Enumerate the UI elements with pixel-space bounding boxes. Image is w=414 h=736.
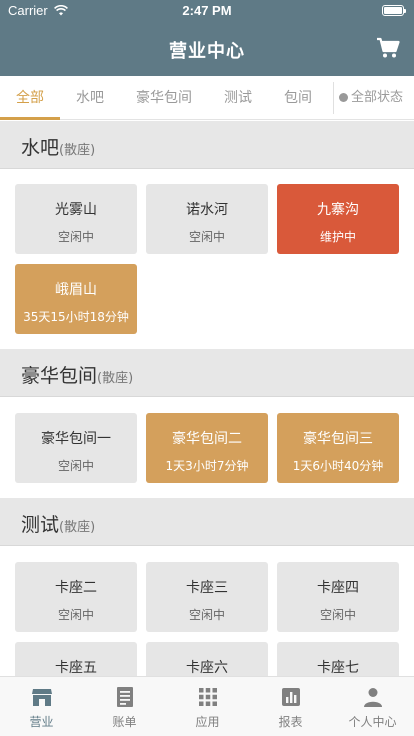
status-dot-icon (339, 93, 348, 102)
section-header-luxury-room: 豪华包间(散座) (0, 349, 414, 397)
tab-all[interactable]: 全部 (0, 76, 60, 120)
category-tabs: 全部 水吧 豪华包间 测试 包间 全部状态 (0, 76, 414, 120)
nav-header: Carrier 2:47 PM 营业中心 (0, 0, 414, 76)
status-time: 2:47 PM (182, 3, 232, 18)
table-name: 峨眉山 (55, 282, 97, 298)
tab-test[interactable]: 测试 (208, 76, 268, 120)
section-title: 水吧 (21, 137, 60, 159)
table-name: 豪华包间二 (172, 431, 242, 447)
cart-icon[interactable] (376, 37, 400, 59)
table-status: 空闲中 (188, 608, 225, 622)
page-title: 营业中心 (169, 41, 245, 62)
apps-grid-icon (198, 688, 217, 706)
table-card-jiuzhaigou[interactable]: 九寨沟 维护中 (277, 184, 399, 254)
active-tab-indicator (0, 117, 60, 120)
table-card-luxury-2[interactable]: 豪华包间二 1天3小时7分钟 (146, 413, 268, 483)
table-name: 豪华包间三 (303, 431, 373, 447)
bottom-tab-bar: 营业 账单 应用 报表 个人中心 (0, 676, 414, 736)
section-header-test: 测试(散座) (0, 498, 414, 546)
tabbar-label: 营业 (29, 715, 54, 729)
table-name: 卡座二 (55, 580, 97, 596)
tab-luxury-room[interactable]: 豪华包间 (122, 76, 206, 120)
section-subtitle: (散座) (59, 520, 96, 535)
table-status: 空闲中 (57, 459, 94, 473)
tabbar-label: 个人中心 (348, 715, 397, 729)
table-card-luxury-1[interactable]: 豪华包间一 空闲中 (15, 413, 137, 483)
table-timer: 35天15小时18分钟 (23, 310, 129, 324)
section-subtitle: (散座) (59, 143, 96, 158)
table-card-luxury-3[interactable]: 豪华包间三 1天6小时40分钟 (277, 413, 399, 483)
table-name: 卡座三 (186, 580, 228, 596)
table-card-emeishan[interactable]: 峨眉山 35天15小时18分钟 (15, 264, 137, 334)
section-subtitle: (散座) (97, 371, 134, 386)
person-icon (363, 688, 382, 707)
section-title: 测试 (21, 514, 60, 536)
table-card-booth-4[interactable]: 卡座四 空闲中 (277, 562, 399, 632)
table-name: 九寨沟 (317, 202, 359, 218)
bill-icon (116, 687, 133, 707)
table-card-booth-3[interactable]: 卡座三 空闲中 (146, 562, 268, 632)
section-title: 豪华包间 (21, 365, 98, 387)
tab-divider (333, 82, 334, 114)
table-name: 卡座七 (317, 660, 359, 676)
status-filter-dropdown[interactable]: 全部状态 (339, 76, 403, 120)
tabbar-label: 报表 (278, 715, 303, 729)
table-card-guangwushan[interactable]: 光雾山 空闲中 (15, 184, 137, 254)
tabbar-item-profile[interactable]: 个人中心 (331, 677, 414, 736)
table-name: 豪华包间一 (41, 431, 111, 447)
table-status: 空闲中 (319, 608, 356, 622)
section-header-water-bar: 水吧(散座) (0, 121, 414, 169)
tabbar-item-business[interactable]: 营业 (0, 677, 83, 736)
table-name: 卡座五 (55, 660, 97, 676)
tabbar-item-apps[interactable]: 应用 (166, 677, 249, 736)
tabbar-label: 账单 (112, 715, 137, 729)
table-name: 卡座四 (317, 580, 359, 596)
tabbar-item-bills[interactable]: 账单 (83, 677, 166, 736)
table-name: 诺水河 (186, 202, 228, 218)
tab-water-bar[interactable]: 水吧 (60, 76, 120, 120)
tabbar-item-reports[interactable]: 报表 (249, 677, 332, 736)
table-status: 空闲中 (57, 230, 94, 244)
tab-private-room[interactable]: 包间 (268, 76, 328, 120)
tabbar-label: 应用 (195, 715, 220, 729)
report-chart-icon (281, 688, 300, 706)
battery-icon (382, 5, 406, 16)
status-filter-label: 全部状态 (351, 90, 404, 105)
table-status: 维护中 (319, 230, 356, 244)
table-card-booth-2[interactable]: 卡座二 空闲中 (15, 562, 137, 632)
table-status: 空闲中 (188, 230, 225, 244)
status-bar: Carrier 2:47 PM (0, 0, 414, 22)
table-name: 光雾山 (55, 202, 97, 218)
table-timer: 1天6小时40分钟 (292, 459, 384, 473)
store-icon (31, 689, 52, 706)
table-status: 空闲中 (57, 608, 94, 622)
table-name: 卡座六 (186, 660, 228, 676)
table-timer: 1天3小时7分钟 (165, 459, 249, 473)
table-card-nuoshuihe[interactable]: 诺水河 空闲中 (146, 184, 268, 254)
